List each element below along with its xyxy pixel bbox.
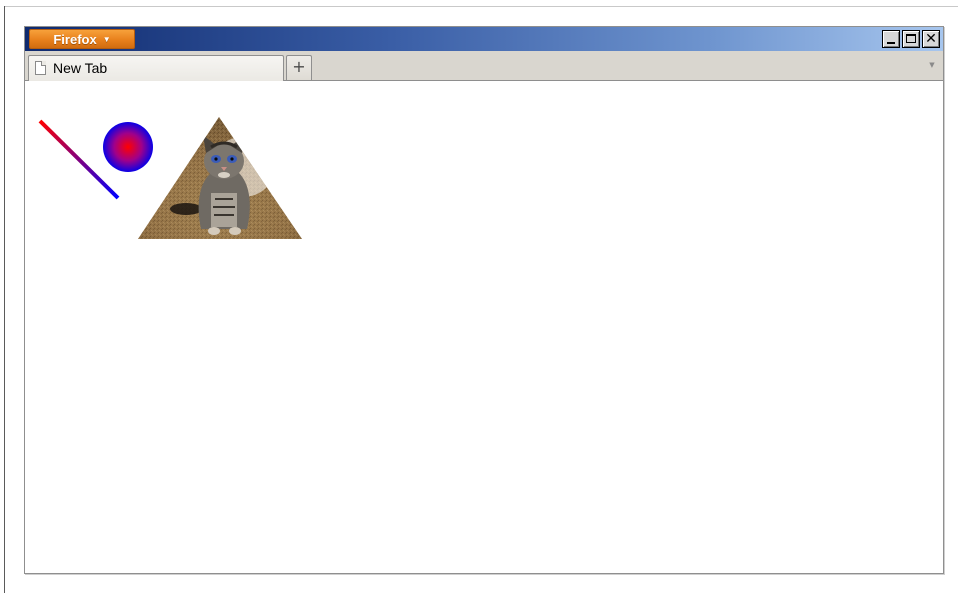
chevron-down-icon: ▼ [929, 61, 935, 69]
page-top-edge [0, 0, 958, 7]
window-controls: ✕ [882, 30, 940, 48]
canvas-drawing [38, 117, 302, 239]
tab-strip: New Tab + ▼ [25, 51, 943, 81]
close-icon: ✕ [925, 31, 937, 47]
minimize-icon [887, 42, 895, 44]
maximize-button[interactable] [902, 30, 920, 48]
page-left-edge [0, 6, 5, 593]
list-all-tabs-button[interactable]: ▼ [927, 59, 937, 71]
title-bar[interactable]: Firefox ▼ ✕ [25, 27, 943, 51]
kitten-triangle-image [138, 117, 302, 239]
gradient-line [38, 119, 120, 200]
firefox-menu-label: Firefox [53, 32, 97, 47]
close-button[interactable]: ✕ [922, 30, 940, 48]
browser-window: Firefox ▼ ✕ New Tab + ▼ [24, 26, 944, 574]
tab-label: New Tab [53, 60, 108, 76]
page-content [25, 81, 943, 573]
firefox-menu-button[interactable]: Firefox ▼ [29, 29, 135, 49]
minimize-button[interactable] [882, 30, 900, 48]
tab-new-tab[interactable]: New Tab [28, 55, 284, 81]
maximize-icon [906, 34, 916, 43]
blank-page-icon [35, 61, 46, 75]
gradient-circle [103, 122, 153, 172]
menu-dropdown-arrow-icon: ▼ [102, 35, 111, 44]
new-tab-button[interactable]: + [286, 55, 312, 80]
plus-icon: + [292, 57, 306, 76]
